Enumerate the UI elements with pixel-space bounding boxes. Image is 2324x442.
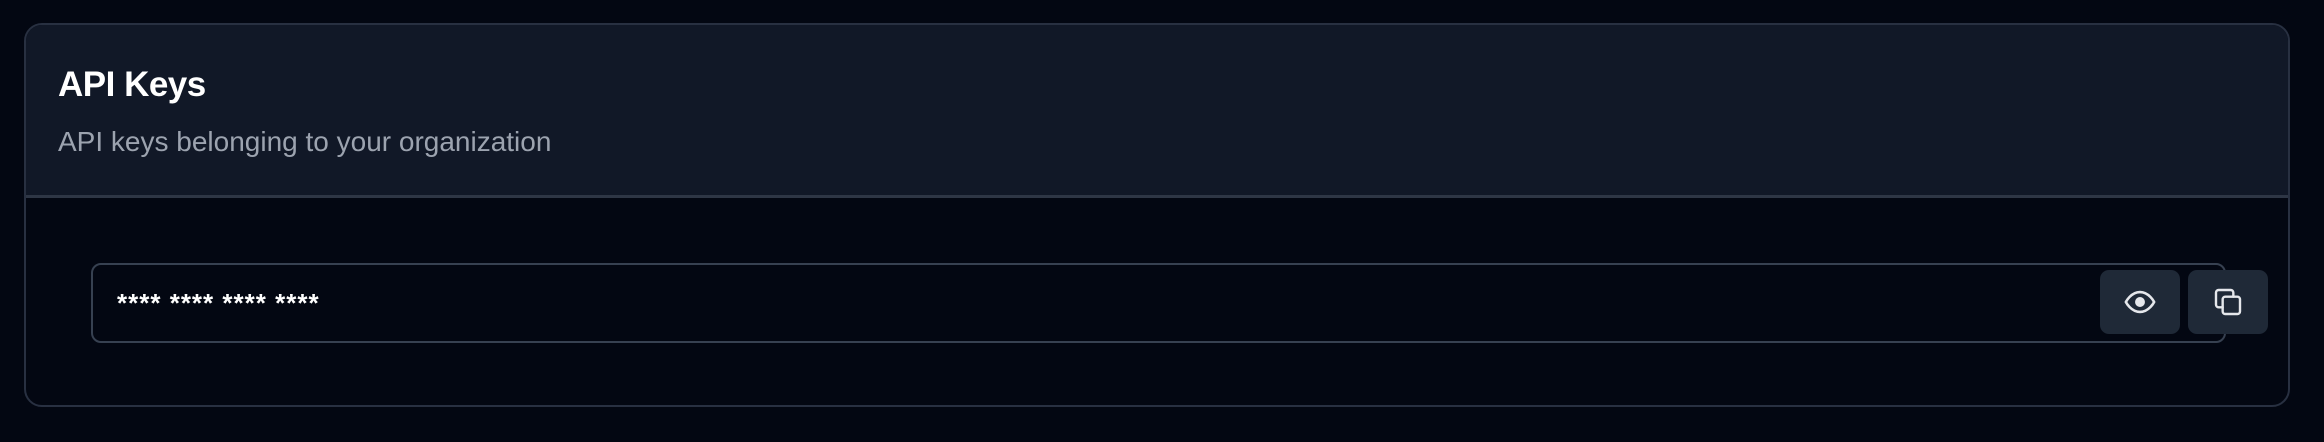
api-key-masked-value: **** **** **** **** [117,288,320,318]
copy-key-button[interactable] [2188,270,2268,334]
copy-icon [2214,288,2242,316]
card-title: API Keys [58,65,206,104]
card-body: **** **** **** **** [26,198,2288,405]
api-keys-card: API Keys API keys belonging to your orga… [24,23,2290,407]
eye-icon [2124,290,2156,314]
card-subtitle: API keys belonging to your organization [58,126,552,157]
reveal-key-button[interactable] [2100,270,2180,334]
card-header: API Keys API keys belonging to your orga… [26,25,2288,198]
api-key-field[interactable]: **** **** **** **** [91,263,2268,343]
